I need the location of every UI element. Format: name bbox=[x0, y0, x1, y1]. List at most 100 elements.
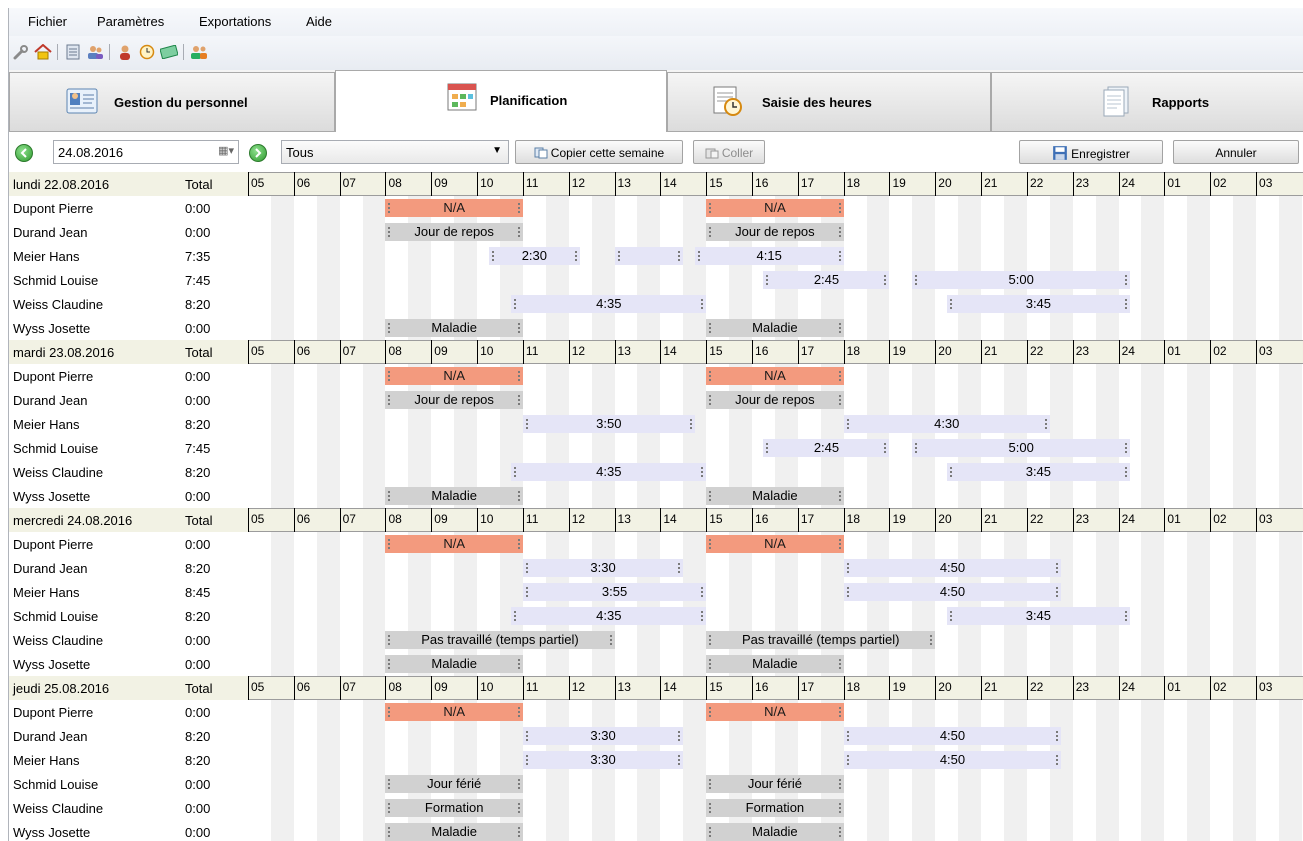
resize-handle-left[interactable] bbox=[617, 251, 620, 261]
resize-handle-left[interactable] bbox=[525, 419, 528, 429]
shift-block[interactable]: 4:50 bbox=[843, 559, 1062, 577]
employee-row[interactable]: Meier Hans 7:35 2:30 4:15 bbox=[9, 244, 1303, 268]
shift-block[interactable]: 4:50 bbox=[843, 727, 1062, 745]
next-week-button[interactable] bbox=[249, 144, 267, 162]
absence-block[interactable]: Maladie bbox=[706, 823, 844, 841]
resize-handle-left[interactable] bbox=[388, 827, 391, 837]
employee-row[interactable]: Dupont Pierre 0:00 N/A N/A bbox=[9, 196, 1303, 220]
group-icon[interactable] bbox=[189, 42, 209, 62]
unavailable-block[interactable]: N/A bbox=[385, 199, 523, 217]
resize-handle-left[interactable] bbox=[525, 731, 528, 741]
resize-handle-left[interactable] bbox=[525, 563, 528, 573]
resize-handle-right[interactable] bbox=[1056, 755, 1059, 765]
resize-handle-left[interactable] bbox=[491, 251, 494, 261]
resize-handle-right[interactable] bbox=[517, 371, 520, 381]
resize-handle-right[interactable] bbox=[838, 323, 841, 333]
unavailable-block[interactable]: N/A bbox=[385, 367, 523, 385]
employee-row[interactable]: Schmid Louise 7:45 2:45 5:00 bbox=[9, 436, 1303, 460]
clock-icon[interactable] bbox=[137, 42, 157, 62]
resize-handle-right[interactable] bbox=[1125, 299, 1128, 309]
home-icon[interactable] bbox=[33, 42, 53, 62]
resize-handle-right[interactable] bbox=[838, 227, 841, 237]
resize-handle-right[interactable] bbox=[678, 731, 681, 741]
shift-block[interactable]: 4:35 bbox=[511, 607, 707, 625]
tab-planification[interactable]: Planification bbox=[335, 70, 667, 132]
resize-handle-left[interactable] bbox=[846, 755, 849, 765]
resize-handle-left[interactable] bbox=[915, 275, 918, 285]
tab-saisie-des-heures[interactable]: Saisie des heures bbox=[667, 72, 991, 132]
copy-week-button[interactable]: Copier cette semaine bbox=[515, 140, 683, 164]
resize-handle-left[interactable] bbox=[709, 635, 712, 645]
paste-button[interactable]: Coller bbox=[693, 140, 765, 164]
employee-row[interactable]: Wyss Josette 0:00 Maladie Maladie bbox=[9, 316, 1303, 340]
employee-row[interactable]: Durand Jean 8:20 3:30 4:50 bbox=[9, 556, 1303, 580]
employee-row[interactable]: Meier Hans 8:20 3:30 4:50 bbox=[9, 748, 1303, 772]
resize-handle-left[interactable] bbox=[388, 227, 391, 237]
resize-handle-left[interactable] bbox=[697, 251, 700, 261]
resize-handle-left[interactable] bbox=[388, 371, 391, 381]
resize-handle-left[interactable] bbox=[709, 371, 712, 381]
resize-handle-right[interactable] bbox=[517, 323, 520, 333]
absence-block[interactable]: Maladie bbox=[706, 319, 844, 337]
employee-row[interactable]: Durand Jean 8:20 3:30 4:50 bbox=[9, 724, 1303, 748]
unavailable-block[interactable]: N/A bbox=[706, 367, 844, 385]
absence-block[interactable]: Jour de repos bbox=[385, 223, 523, 241]
resize-handle-right[interactable] bbox=[517, 827, 520, 837]
resize-handle-left[interactable] bbox=[388, 395, 391, 405]
absence-block[interactable]: Pas travaillé (temps partiel) bbox=[706, 631, 936, 649]
previous-week-button[interactable] bbox=[15, 144, 33, 162]
resize-handle-left[interactable] bbox=[709, 227, 712, 237]
resize-handle-left[interactable] bbox=[846, 563, 849, 573]
resize-handle-right[interactable] bbox=[517, 707, 520, 717]
employee-row[interactable]: Dupont Pierre 0:00 N/A N/A bbox=[9, 364, 1303, 388]
resize-handle-right[interactable] bbox=[678, 755, 681, 765]
menu-parametres[interactable]: Paramètres bbox=[97, 14, 164, 29]
tab-gestion-du-personnel[interactable]: Gestion du personnel bbox=[9, 72, 335, 132]
resize-handle-left[interactable] bbox=[766, 443, 769, 453]
resize-handle-right[interactable] bbox=[1125, 467, 1128, 477]
menu-exportations[interactable]: Exportations bbox=[199, 14, 271, 29]
shift-block[interactable]: 3:55 bbox=[522, 583, 707, 601]
resize-handle-left[interactable] bbox=[388, 491, 391, 501]
resize-handle-right[interactable] bbox=[517, 395, 520, 405]
absence-block[interactable]: Maladie bbox=[385, 487, 523, 505]
resize-handle-right[interactable] bbox=[701, 299, 704, 309]
resize-handle-left[interactable] bbox=[388, 203, 391, 213]
list-icon[interactable] bbox=[63, 42, 83, 62]
resize-handle-left[interactable] bbox=[949, 611, 952, 621]
resize-handle-left[interactable] bbox=[766, 275, 769, 285]
shift-block[interactable] bbox=[614, 247, 684, 265]
absence-block[interactable]: Formation bbox=[385, 799, 523, 817]
employee-row[interactable]: Wyss Josette 0:00 Maladie Maladie bbox=[9, 820, 1303, 841]
resize-handle-left[interactable] bbox=[514, 467, 517, 477]
resize-handle-right[interactable] bbox=[1056, 563, 1059, 573]
shift-block[interactable]: 4:15 bbox=[694, 247, 844, 265]
absence-block[interactable]: Jour de repos bbox=[385, 391, 523, 409]
absence-block[interactable]: Maladie bbox=[706, 487, 844, 505]
resize-handle-right[interactable] bbox=[1056, 731, 1059, 741]
resize-handle-left[interactable] bbox=[709, 539, 712, 549]
resize-handle-right[interactable] bbox=[884, 275, 887, 285]
resize-handle-right[interactable] bbox=[678, 251, 681, 261]
resize-handle-left[interactable] bbox=[388, 659, 391, 669]
unavailable-block[interactable]: N/A bbox=[706, 535, 844, 553]
resize-handle-right[interactable] bbox=[1125, 443, 1128, 453]
employee-row[interactable]: Schmid Louise 8:20 4:35 3:45 bbox=[9, 604, 1303, 628]
resize-handle-left[interactable] bbox=[709, 395, 712, 405]
resize-handle-left[interactable] bbox=[846, 587, 849, 597]
resize-handle-left[interactable] bbox=[514, 299, 517, 309]
resize-handle-left[interactable] bbox=[709, 827, 712, 837]
resize-handle-left[interactable] bbox=[709, 491, 712, 501]
employee-row[interactable]: Schmid Louise 0:00 Jour férié Jour férié bbox=[9, 772, 1303, 796]
absence-block[interactable]: Formation bbox=[706, 799, 844, 817]
resize-handle-right[interactable] bbox=[701, 611, 704, 621]
resize-handle-right[interactable] bbox=[838, 779, 841, 789]
resize-handle-left[interactable] bbox=[846, 419, 849, 429]
employee-row[interactable]: Meier Hans 8:20 3:50 4:30 bbox=[9, 412, 1303, 436]
resize-handle-right[interactable] bbox=[701, 587, 704, 597]
resize-handle-right[interactable] bbox=[838, 251, 841, 261]
users-icon[interactable] bbox=[85, 42, 105, 62]
resize-handle-left[interactable] bbox=[388, 707, 391, 717]
resize-handle-right[interactable] bbox=[1044, 419, 1047, 429]
save-button[interactable]: Enregistrer bbox=[1019, 140, 1163, 164]
